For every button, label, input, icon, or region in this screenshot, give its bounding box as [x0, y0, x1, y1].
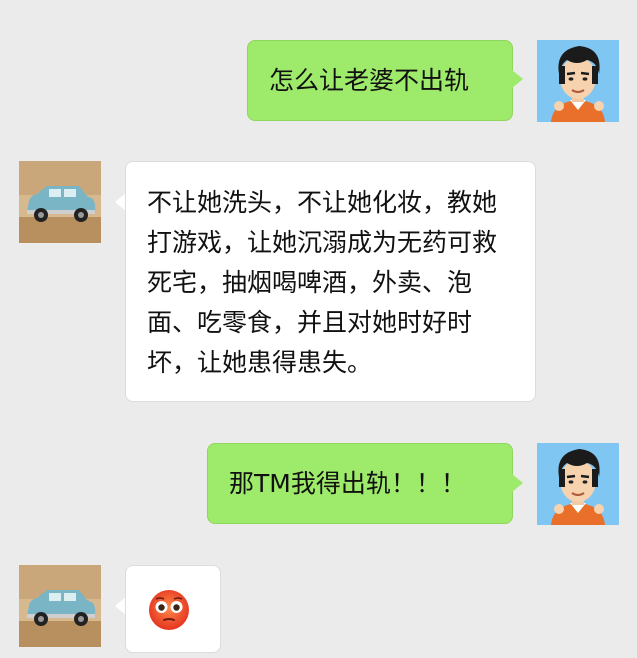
message-bubble-outgoing[interactable]: 怎么让老婆不出轨: [247, 40, 513, 121]
cartoon-man-icon: [537, 443, 619, 525]
message-bubble-incoming[interactable]: 不让她洗头，不让她化妆，教她打游戏，让她沉溺成为无药可救死宅，抽烟喝啤酒，外卖、…: [125, 161, 536, 402]
message-bubble-incoming[interactable]: [125, 565, 221, 653]
self-avatar[interactable]: [537, 40, 619, 122]
bubble-tail: [512, 70, 523, 88]
flushed-face-emoji-icon: [149, 590, 189, 630]
cartoon-man-icon: [537, 40, 619, 122]
blue-car-icon: [19, 565, 101, 647]
message-text: 怎么让老婆不出轨: [269, 66, 470, 95]
message-text: 那TM我得出轨！！！: [229, 469, 466, 498]
blue-car-icon: [19, 161, 101, 243]
friend-avatar[interactable]: [19, 161, 101, 243]
message-text: 不让她洗头，不让她化妆，教她打游戏，让她沉溺成为无药可救死宅，抽烟喝啤酒，外卖、…: [147, 188, 498, 377]
message-bubble-outgoing[interactable]: 那TM我得出轨！！！: [207, 443, 513, 524]
self-avatar[interactable]: [537, 443, 619, 525]
friend-avatar[interactable]: [19, 565, 101, 647]
bubble-tail: [512, 474, 523, 492]
